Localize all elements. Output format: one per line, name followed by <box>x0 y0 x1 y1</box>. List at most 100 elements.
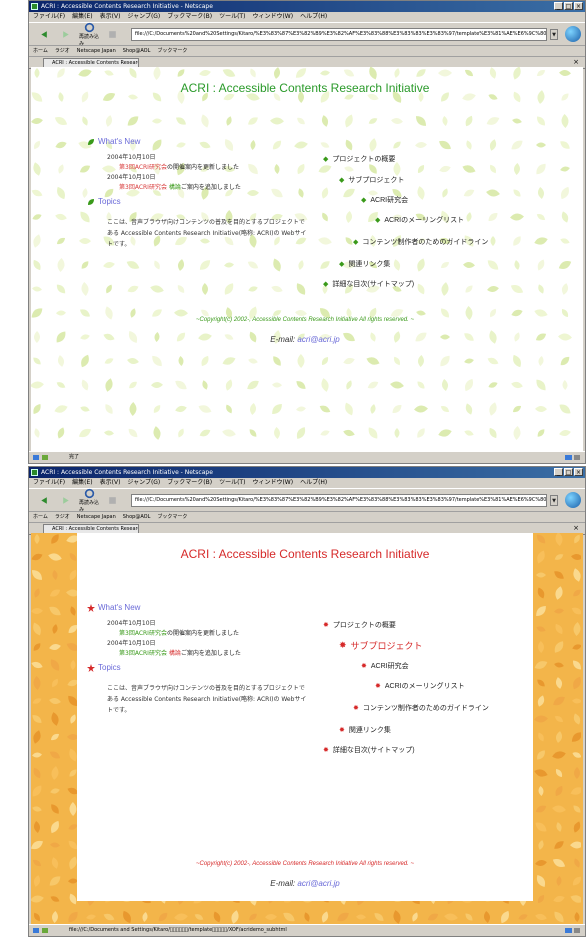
sitemap-item[interactable]: ◆ サブプロジェクト <box>339 175 404 185</box>
news-list: 2004年10月10日 第3回ACRI研究会の開催案内を更新しました 2004年… <box>107 153 241 193</box>
sitemap-item[interactable]: ✸ ACRI研究会 <box>361 661 409 671</box>
back-button[interactable] <box>33 495 53 506</box>
leaf-decoration <box>33 875 41 887</box>
minimize-button[interactable]: _ <box>554 468 563 476</box>
leaf-decoration <box>570 895 581 903</box>
sitemap-item[interactable]: ◆ ACRIのメーリングリスト <box>375 215 464 225</box>
email-link[interactable]: acri@acri.jp <box>297 879 339 888</box>
leaf-decoration <box>33 730 41 744</box>
maximize-button[interactable]: □ <box>564 2 573 10</box>
leaf-decoration <box>552 751 566 759</box>
leaf-decoration <box>537 116 545 126</box>
leaf-decoration <box>33 162 41 176</box>
leaf-decoration <box>536 163 546 175</box>
sitemap-item[interactable]: ✸ 関連リンク集 <box>339 725 391 735</box>
menu-view[interactable]: 表示(V) <box>100 478 121 488</box>
leaf-decoration <box>555 586 563 600</box>
tab-acri[interactable]: ACRI : Accessible Contents Research In..… <box>43 58 139 67</box>
news-link[interactable]: 第3回ACRI研究会 <box>119 630 167 637</box>
leaf-decoration <box>555 677 563 689</box>
leaf-bullet-icon: ◆ <box>361 197 367 204</box>
menu-help[interactable]: ヘルプ(H) <box>300 478 327 488</box>
close-button[interactable]: × <box>574 2 583 10</box>
bookmark-netscape-japan[interactable]: Netscape Japan <box>77 512 116 522</box>
bookmark-radio[interactable]: ラジオ <box>55 46 70 56</box>
bookmark-shop-aol[interactable]: Shop@AOL <box>123 512 151 522</box>
leaf-decoration <box>32 859 42 867</box>
menu-file[interactable]: ファイル(F) <box>33 12 65 22</box>
reload-button[interactable]: 再読み込み <box>79 488 99 513</box>
url-field[interactable]: file:///C:/Documents%20and%20Settings/Ki… <box>131 493 547 507</box>
bookmark-bookmarks[interactable]: ブックマーク <box>157 512 187 522</box>
sitemap-item[interactable]: ◆ ACRI研究会 <box>361 195 408 205</box>
leaf-decoration <box>231 910 239 924</box>
leaf-decoration <box>50 788 60 794</box>
news-link[interactable]: 第3回ACRI研究会 <box>119 650 167 657</box>
menu-edit[interactable]: 編集(E) <box>72 12 92 22</box>
leaf-decoration <box>536 605 546 617</box>
leaf-decoration <box>33 357 41 365</box>
email-link[interactable]: acri@acri.jp <box>297 335 339 344</box>
leaf-decoration <box>283 912 295 922</box>
menu-bookmarks[interactable]: ブックマーク(B) <box>167 12 212 22</box>
sitemap-item[interactable]: ◆ 関連リンク集 <box>339 259 390 269</box>
menu-help[interactable]: ヘルプ(H) <box>300 12 327 22</box>
leaf-decoration <box>31 92 43 102</box>
bookmark-shop-aol[interactable]: Shop@AOL <box>123 46 151 56</box>
minimize-button[interactable]: _ <box>554 2 563 10</box>
menu-edit[interactable]: 編集(E) <box>72 478 92 488</box>
sitemap-item-highlighted[interactable]: ✸ サブプロジェクト <box>339 639 423 652</box>
sitemap-label: ACRIのメーリングリスト <box>384 217 465 224</box>
url-dropdown-button[interactable]: ▼ <box>550 494 558 506</box>
bookmark-home[interactable]: ホーム <box>33 512 48 522</box>
search-globe-icon[interactable] <box>565 26 581 42</box>
close-tab-icon[interactable]: × <box>573 58 579 67</box>
bookmark-radio[interactable]: ラジオ <box>55 512 70 522</box>
menu-window[interactable]: ウィンドウ(W) <box>252 478 293 488</box>
forward-button[interactable] <box>56 29 76 40</box>
leaf-decoration <box>535 805 547 813</box>
leaf-decoration <box>555 768 563 778</box>
leaf-decoration <box>573 660 581 670</box>
menu-file[interactable]: ファイル(F) <box>33 478 65 488</box>
menu-tools[interactable]: ツール(T) <box>219 12 245 22</box>
back-button[interactable] <box>33 29 53 40</box>
menu-bookmarks[interactable]: ブックマーク(B) <box>167 478 212 488</box>
sitemap-item[interactable]: ◆ 詳細な目次(サイトマップ) <box>323 279 414 289</box>
news-link-2[interactable]: 構論 <box>169 184 181 191</box>
sitemap-item[interactable]: ✸ コンテンツ制作者のためのガイドライン <box>353 703 489 713</box>
leaf-decoration <box>537 695 545 707</box>
menu-go[interactable]: ジャンプ(G) <box>127 478 160 488</box>
sitemap-item[interactable]: ◆ コンテンツ制作者のためのガイドライン <box>353 237 488 247</box>
leaf-decoration <box>57 186 65 200</box>
close-button[interactable]: × <box>574 468 583 476</box>
news-link[interactable]: 第3回ACRI研究会 <box>119 164 167 171</box>
search-globe-icon[interactable] <box>565 492 581 508</box>
stop-button[interactable] <box>102 29 122 40</box>
close-tab-icon[interactable]: × <box>573 524 579 533</box>
menu-tools[interactable]: ツール(T) <box>219 478 245 488</box>
reload-button[interactable]: 再読み込み <box>79 22 99 47</box>
bookmark-home[interactable]: ホーム <box>33 46 48 56</box>
menu-view[interactable]: 表示(V) <box>100 12 121 22</box>
bookmark-netscape-japan[interactable]: Netscape Japan <box>77 46 116 56</box>
news-link-2[interactable]: 構論 <box>169 650 181 657</box>
url-field[interactable]: file:///C:/Documents%20and%20Settings/Ki… <box>131 27 547 41</box>
sitemap-item[interactable]: ✸ プロジェクトの概要 <box>323 620 396 630</box>
leaf-decoration <box>51 712 59 726</box>
sitemap-item[interactable]: ✸ ACRIのメーリングリスト <box>375 681 465 691</box>
tab-acri[interactable]: ACRI : Accessible Contents Research In..… <box>43 524 139 533</box>
sitemap-item[interactable]: ✸ 詳細な目次(サイトマップ) <box>323 745 415 755</box>
url-dropdown-button[interactable]: ▼ <box>550 28 558 40</box>
stop-button[interactable] <box>102 495 122 506</box>
leaf-decoration <box>572 644 581 650</box>
leaf-decoration <box>562 380 568 390</box>
leaf-decoration <box>572 752 581 758</box>
maximize-button[interactable]: □ <box>564 468 573 476</box>
menu-go[interactable]: ジャンプ(G) <box>127 12 160 22</box>
forward-button[interactable] <box>56 495 76 506</box>
bookmark-bookmarks[interactable]: ブックマーク <box>157 46 187 56</box>
menu-window[interactable]: ウィンドウ(W) <box>252 12 293 22</box>
news-link[interactable]: 第3回ACRI研究会 <box>119 184 167 191</box>
sitemap-item[interactable]: ◆ プロジェクトの概要 <box>323 154 395 164</box>
